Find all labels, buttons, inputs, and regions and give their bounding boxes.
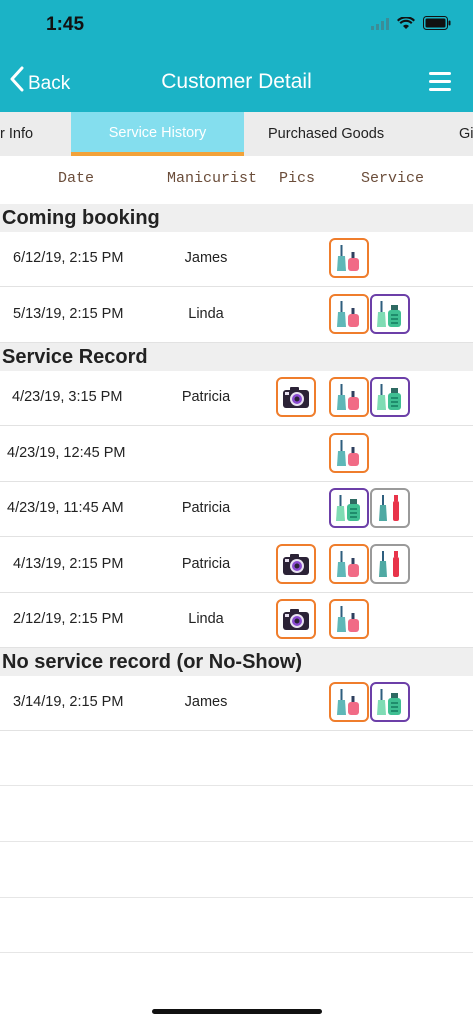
service-care-purple-icon [370,377,410,417]
page-title: Customer Detail [161,70,312,93]
nav-header: 1:45 Back Customer Detail [0,0,473,112]
table-row[interactable]: 2/12/19, 2:15 PM Linda [0,592,473,648]
table-row[interactable]: 5/13/19, 2:15 PM Linda [0,287,473,343]
row-manicurist: James [184,250,228,266]
service-care-purple-icon [370,682,410,722]
service-polish-orange-icon [329,544,369,584]
tab-gift[interactable]: Gi [459,112,473,156]
battery-icon [423,16,451,35]
tab-customer-info[interactable]: r Info [0,112,66,156]
service-care-purple-icon [329,488,369,528]
column-manicurist: Manicurist [167,170,258,187]
table-row[interactable]: 6/12/19, 2:15 PM James [0,231,473,287]
section-coming-booking: Coming booking [0,204,473,232]
service-polish-orange-icon [329,433,369,473]
empty-row [0,897,473,953]
table-row[interactable]: 4/13/19, 2:15 PM Patricia [0,537,473,593]
tab-purchased-goods[interactable]: Purchased Goods [268,112,408,156]
row-manicurist: Patricia [181,500,231,516]
hamburger-icon [429,72,451,75]
menu-button[interactable] [429,72,451,91]
row-manicurist: Linda [188,306,224,322]
home-indicator [152,1009,322,1014]
row-date: 2/12/19, 2:15 PM [13,611,124,627]
row-manicurist: Patricia [181,556,231,572]
service-polish-orange-icon [329,294,369,334]
camera-icon[interactable] [276,599,316,639]
camera-icon[interactable] [276,544,316,584]
tab-service-history[interactable]: Service History [71,112,244,156]
row-manicurist: James [184,694,228,710]
section-no-service-record: No service record (or No-Show) [0,648,473,676]
service-polish-orange-icon [329,599,369,639]
row-date: 4/13/19, 2:15 PM [13,556,124,572]
row-date: 4/23/19, 12:45 PM [7,445,126,461]
signal-icon [371,17,389,35]
service-care-purple-icon [370,294,410,334]
row-date: 5/13/19, 2:15 PM [13,306,124,322]
column-date: Date [58,170,95,187]
service-polish-orange-icon [329,377,369,417]
table-row[interactable]: 3/14/19, 2:15 PM James [0,675,473,731]
table-row[interactable]: 4/23/19, 11:45 AM Patricia [0,481,473,537]
row-date: 4/23/19, 3:15 PM [12,389,123,405]
empty-row [0,786,473,842]
service-gel-gray-icon [370,544,410,584]
row-date: 3/14/19, 2:15 PM [13,694,124,710]
column-pics: Pics [279,170,316,187]
row-manicurist: Linda [188,611,224,627]
row-date: 4/23/19, 11:45 AM [7,500,124,516]
camera-icon[interactable] [276,377,316,417]
empty-row [0,842,473,898]
row-manicurist: Patricia [181,389,231,405]
row-date: 6/12/19, 2:15 PM [13,250,124,266]
table-row[interactable]: 4/23/19, 3:15 PM Patricia [0,370,473,426]
service-polish-orange-icon [329,682,369,722]
column-service: Service [361,170,425,187]
wifi-icon [397,15,415,35]
status-time: 1:45 [46,14,85,35]
service-polish-orange-icon [329,238,369,278]
service-gel-gray-icon [370,488,410,528]
tab-bar: r Info Service History Purchased Goods G… [0,112,473,156]
table-row[interactable]: 4/23/19, 12:45 PM [0,426,473,482]
empty-row [0,730,473,786]
status-icons [371,15,451,35]
section-service-record: Service Record [0,343,473,371]
